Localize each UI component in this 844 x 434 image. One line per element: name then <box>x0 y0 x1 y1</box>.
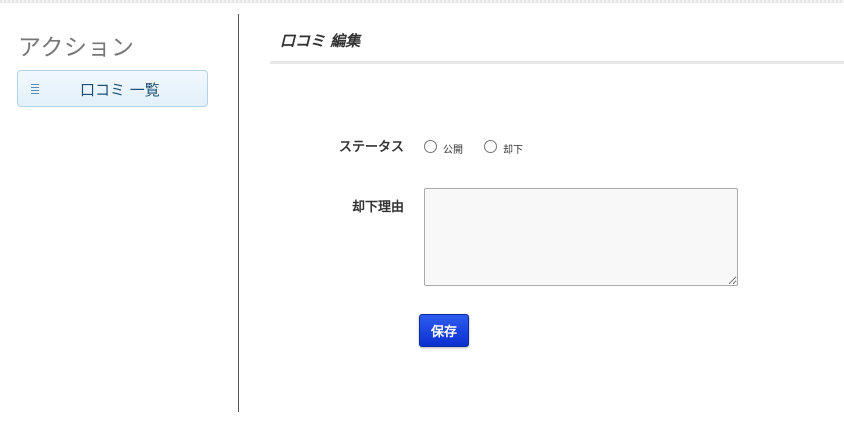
top-border-strip <box>0 0 844 3</box>
radio-label-reject: 却下 <box>503 145 523 156</box>
page-title: 口コミ 編集 <box>280 32 361 50</box>
radio-circle[interactable] <box>424 140 437 153</box>
sidebar-item-label: 口コミ 一覧 <box>80 81 160 99</box>
status-radio-reject[interactable]: 却下 <box>484 137 523 156</box>
reject-reason-label: 却下理由 <box>351 200 404 215</box>
list-icon <box>31 84 39 94</box>
page-header: 口コミ 編集 <box>270 24 844 64</box>
sidebar: アクション 口コミ 一覧 <box>0 14 239 412</box>
radio-label-publish: 公開 <box>443 145 463 156</box>
reject-reason-textarea[interactable] <box>424 188 738 286</box>
sidebar-item-review-list[interactable]: 口コミ 一覧 <box>17 70 208 107</box>
status-label: ステータス <box>338 140 404 155</box>
sidebar-title: アクション <box>18 35 135 61</box>
status-radio-publish[interactable]: 公開 <box>424 137 463 156</box>
save-button[interactable]: 保存 <box>419 314 469 347</box>
radio-circle[interactable] <box>484 140 497 153</box>
